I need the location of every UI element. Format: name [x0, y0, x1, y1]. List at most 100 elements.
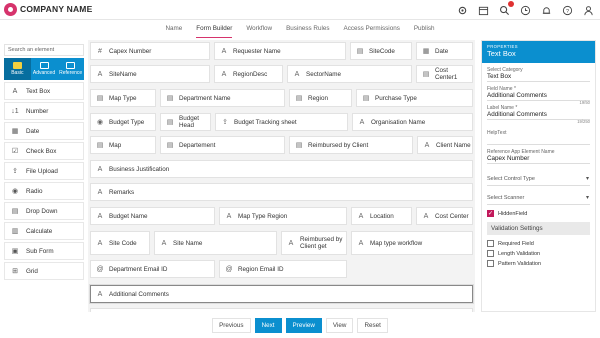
palette-item-file-upload[interactable]: ⇪ File Upload — [4, 162, 84, 180]
palette-item-number[interactable]: ↓1 Number — [4, 102, 84, 120]
reset-button[interactable]: Reset — [357, 317, 388, 333]
field-purchase-type[interactable]: ▤ Purchase Type — [356, 89, 473, 107]
next-button[interactable]: Next — [254, 317, 282, 333]
field-label: Department Name — [179, 94, 231, 102]
field-name-input[interactable]: Additional Comments 19/50 — [487, 92, 590, 105]
field-label: SiteName — [109, 70, 137, 78]
dropdown-icon: ▤ — [96, 95, 104, 102]
reference-input[interactable]: Capex Number — [487, 155, 590, 164]
palette-item-text-box[interactable]: A Text Box — [4, 82, 84, 100]
mode-advanced[interactable]: Advanced — [31, 58, 58, 80]
previous-button[interactable]: Previous — [212, 317, 251, 333]
palette-item-calculate[interactable]: ▥ Calculate — [4, 222, 84, 240]
select-category-value[interactable]: Text Box — [487, 73, 590, 82]
tab-name[interactable]: Name — [165, 20, 182, 38]
field-budget-name[interactable]: A Budget Name — [90, 207, 215, 225]
field-capex-number[interactable]: # Capex Number — [90, 42, 210, 60]
scanner-select[interactable]: Select Scanner — [487, 194, 590, 205]
field-organisation-name[interactable]: A Organisation Name — [352, 113, 473, 131]
control-type-select[interactable]: Select Control Type — [487, 175, 590, 186]
mode-basic[interactable]: Basic — [4, 58, 31, 80]
field-regiondesc[interactable]: A RegionDesc — [214, 65, 283, 83]
required-field-checkbox[interactable]: Required Field — [487, 240, 590, 247]
field-location[interactable]: A Location — [351, 207, 412, 225]
field-label: Remarks — [109, 188, 135, 196]
footer-actions: Previous Next Preview View Reset — [0, 314, 600, 336]
hidden-field-checkbox[interactable]: ✓ HiddenField — [487, 210, 590, 217]
field-label: Requester Name — [233, 47, 281, 55]
field-site-code[interactable]: A Site Code — [90, 231, 150, 255]
mode-reference[interactable]: Reference — [57, 58, 84, 80]
field-sectorname[interactable]: A SectorName — [287, 65, 412, 83]
pattern-validation-checkbox[interactable]: Pattern Validation — [487, 260, 590, 267]
field-department-email-id[interactable]: @ Department Email ID — [90, 260, 215, 278]
date-icon: ▦ — [11, 128, 19, 135]
field-remarks[interactable]: A Remarks — [90, 183, 473, 201]
field-label: RegionDesc — [233, 70, 268, 78]
field-department-name[interactable]: ▤ Department Name — [160, 89, 285, 107]
field-partial[interactable] — [90, 308, 473, 312]
field-site-name[interactable]: A Site Name — [154, 231, 277, 255]
company-name: COMPANY NAME — [20, 4, 93, 14]
required-field-label: Required Field — [498, 240, 534, 247]
palette-item-radio[interactable]: ◉ Radio — [4, 182, 84, 200]
field-date[interactable]: ▦ Date — [416, 42, 473, 60]
field-region-email-id[interactable]: @ Region Email ID — [219, 260, 347, 278]
search-icon[interactable] — [498, 1, 514, 16]
palette-item-drop-down[interactable]: ▤ Drop Down — [4, 202, 84, 220]
field-budget-head[interactable]: ▤ Budget Head — [160, 113, 211, 131]
field-map-type-workflow[interactable]: A Map type workflow — [351, 231, 473, 255]
field-region[interactable]: ▤ Region — [289, 89, 352, 107]
grid-icon: ⊞ — [12, 268, 18, 275]
tab-access-permissions[interactable]: Access Permissions — [344, 20, 400, 38]
field-map-type[interactable]: ▤ Map Type — [90, 89, 156, 107]
field-label: Map type workflow — [370, 239, 423, 247]
tab-business-rules[interactable]: Business Rules — [286, 20, 329, 38]
tab-form-builder[interactable]: Form Builder — [196, 20, 233, 38]
checkbox-icon — [487, 260, 494, 267]
preview-button[interactable]: Preview — [285, 317, 322, 333]
calculate-icon: ▥ — [11, 228, 19, 235]
checkbox-icon — [487, 250, 494, 257]
calendar-icon[interactable] — [477, 4, 489, 16]
checkbox-icon — [487, 240, 494, 247]
field-label: Budget Head — [179, 115, 199, 129]
user-icon[interactable] — [582, 4, 594, 16]
field-label: Map Type Region — [238, 212, 288, 220]
field-map[interactable]: ▤ Map — [90, 136, 156, 154]
bell-icon[interactable] — [540, 4, 552, 16]
palette-item-sub-form[interactable]: ▣ Sub Form — [4, 242, 84, 260]
field-budget-type[interactable]: ◉ Budget Type — [90, 113, 156, 131]
palette-item-date[interactable]: ▦ Date — [4, 122, 84, 140]
field-reimbursed-by-client[interactable]: ▤ Reimbursed by Client — [289, 136, 413, 154]
field-cost-center[interactable]: A Cost Center — [416, 207, 473, 225]
length-validation-checkbox[interactable]: Length Validation — [487, 250, 590, 257]
tab-publish[interactable]: Publish — [414, 20, 435, 38]
text-icon: A — [294, 70, 300, 78]
field-client-name[interactable]: A Client Name — [417, 136, 473, 154]
tab-workflow[interactable]: Workflow — [246, 20, 272, 38]
field-label: Organisation Name — [371, 118, 426, 126]
field-budget-tracking-sheet[interactable]: ⇪ Budget Tracking sheet — [215, 113, 348, 131]
field-map-type-region[interactable]: A Map Type Region — [219, 207, 347, 225]
help-icon[interactable]: ? — [561, 4, 573, 16]
label-name-value: Additional Comments — [487, 111, 547, 118]
text-icon: A — [423, 212, 429, 220]
search-input[interactable]: Search an element — [4, 44, 84, 56]
field-departement[interactable]: ▤ Departement — [160, 136, 285, 154]
field-additional-comments[interactable]: A Additional Comments — [90, 285, 473, 303]
helptext-input[interactable] — [487, 136, 590, 145]
palette-item-check-box[interactable]: ☑ Check Box — [4, 142, 84, 160]
field-requester-name[interactable]: A Requester Name — [214, 42, 346, 60]
view-button[interactable]: View — [325, 317, 354, 333]
gear-icon[interactable] — [456, 4, 468, 16]
field-sitecode[interactable]: ▤ SiteCode — [350, 42, 412, 60]
palette-item-grid[interactable]: ⊞ Grid — [4, 262, 84, 280]
field-label: Cost Center1 — [435, 67, 458, 81]
field-business-justification[interactable]: A Business Justification — [90, 160, 473, 178]
field-cost-center1[interactable]: ▤ Cost Center1 — [416, 65, 473, 83]
field-sitename[interactable]: A SiteName — [90, 65, 210, 83]
label-name-input[interactable]: Additional Comments 19/250 — [487, 111, 590, 124]
clock-icon[interactable] — [519, 4, 531, 16]
field-reimbursed-by-client-get[interactable]: A Reimbursed by Client get — [281, 231, 347, 255]
